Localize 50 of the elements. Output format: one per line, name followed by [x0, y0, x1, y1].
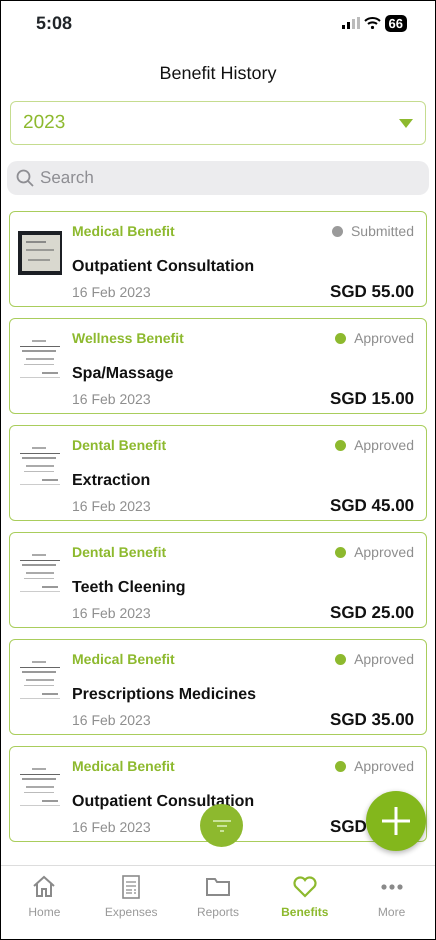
caret-icon [399, 118, 413, 128]
claim-status: Approved [354, 329, 414, 348]
claim-status: Approved [354, 650, 414, 669]
search-field[interactable]: Search [7, 161, 429, 195]
claim-card[interactable]: Dental Benefit Approved Teeth Cleening 16 Feb 2023 SGD 25.00 [9, 532, 427, 628]
claim-title: Spa/Massage [72, 364, 174, 384]
claim-card[interactable]: Wellness Benefit Approved Spa/Massage 16 Feb 2023 SGD 15.00 [9, 318, 427, 414]
claim-status: Approved [354, 436, 414, 455]
plus-icon [382, 807, 410, 835]
claim-title: Outpatient Consultation [72, 257, 256, 277]
claim-date: 16 Feb 2023 [72, 604, 151, 622]
claim-amount: SGD 45.00 [330, 496, 414, 515]
screen-title: Benefit History [158, 62, 278, 85]
more-icon [380, 884, 403, 890]
benefit-category: Medical Benefit [72, 650, 175, 669]
claim-date: 16 Feb 2023 [72, 496, 151, 516]
claim-amount: SGD 35.00 [330, 710, 414, 729]
claim-title: Outpatient Consultation [72, 792, 256, 812]
claim-date: 16 Feb 2023 [72, 282, 151, 302]
claim-card[interactable]: Dental Benefit Approved Extraction 16 Feb 2023 SGD 45.00 [9, 425, 427, 521]
benefit-category: Medical Benefit [72, 222, 175, 241]
search-icon [16, 169, 34, 187]
battery-level: 66 [384, 14, 407, 32]
add-button[interactable] [366, 791, 426, 851]
home-icon [31, 874, 58, 900]
claim-card[interactable]: Medical Benefit Submitted Outpatient Consultation 16 Feb 2023 SGD 55.00 [9, 211, 427, 307]
claim-amount: SGD [330, 817, 367, 836]
benefit-category: Dental Benefit [72, 436, 166, 455]
year-value: 2023 [23, 110, 66, 135]
claim-card[interactable]: Medical Benefit Approved Prescriptions Medicines 16 Feb 2023 SGD 35.00 [9, 639, 427, 735]
benefit-category: Wellness Benefit [72, 329, 184, 348]
claim-title: Extraction [72, 471, 152, 491]
filter-icon [212, 818, 230, 832]
claim-date: 16 Feb 2023 [72, 818, 151, 836]
benefit-category: Medical Benefit [72, 757, 175, 776]
claim-title: Prescriptions Medicines [72, 685, 258, 705]
heart-icon [292, 874, 318, 900]
clock-time: 5:08 [36, 12, 72, 34]
wifi-icon [364, 17, 381, 29]
claim-title: Teeth Cleening [72, 578, 186, 598]
signal-icon [342, 17, 360, 29]
claim-status: Approved [354, 757, 414, 776]
claim-date: 16 Feb 2023 [72, 710, 151, 730]
claim-status: Approved [354, 543, 414, 562]
claim-amount: SGD 55.00 [330, 282, 414, 301]
claim-date: 16 Feb 2023 [72, 390, 151, 408]
benefit-category: Dental Benefit [72, 543, 166, 562]
claim-amount: SGD 25.00 [330, 603, 414, 622]
claim-status: Submitted [350, 222, 414, 241]
claim-amount: SGD 15.00 [330, 389, 414, 408]
